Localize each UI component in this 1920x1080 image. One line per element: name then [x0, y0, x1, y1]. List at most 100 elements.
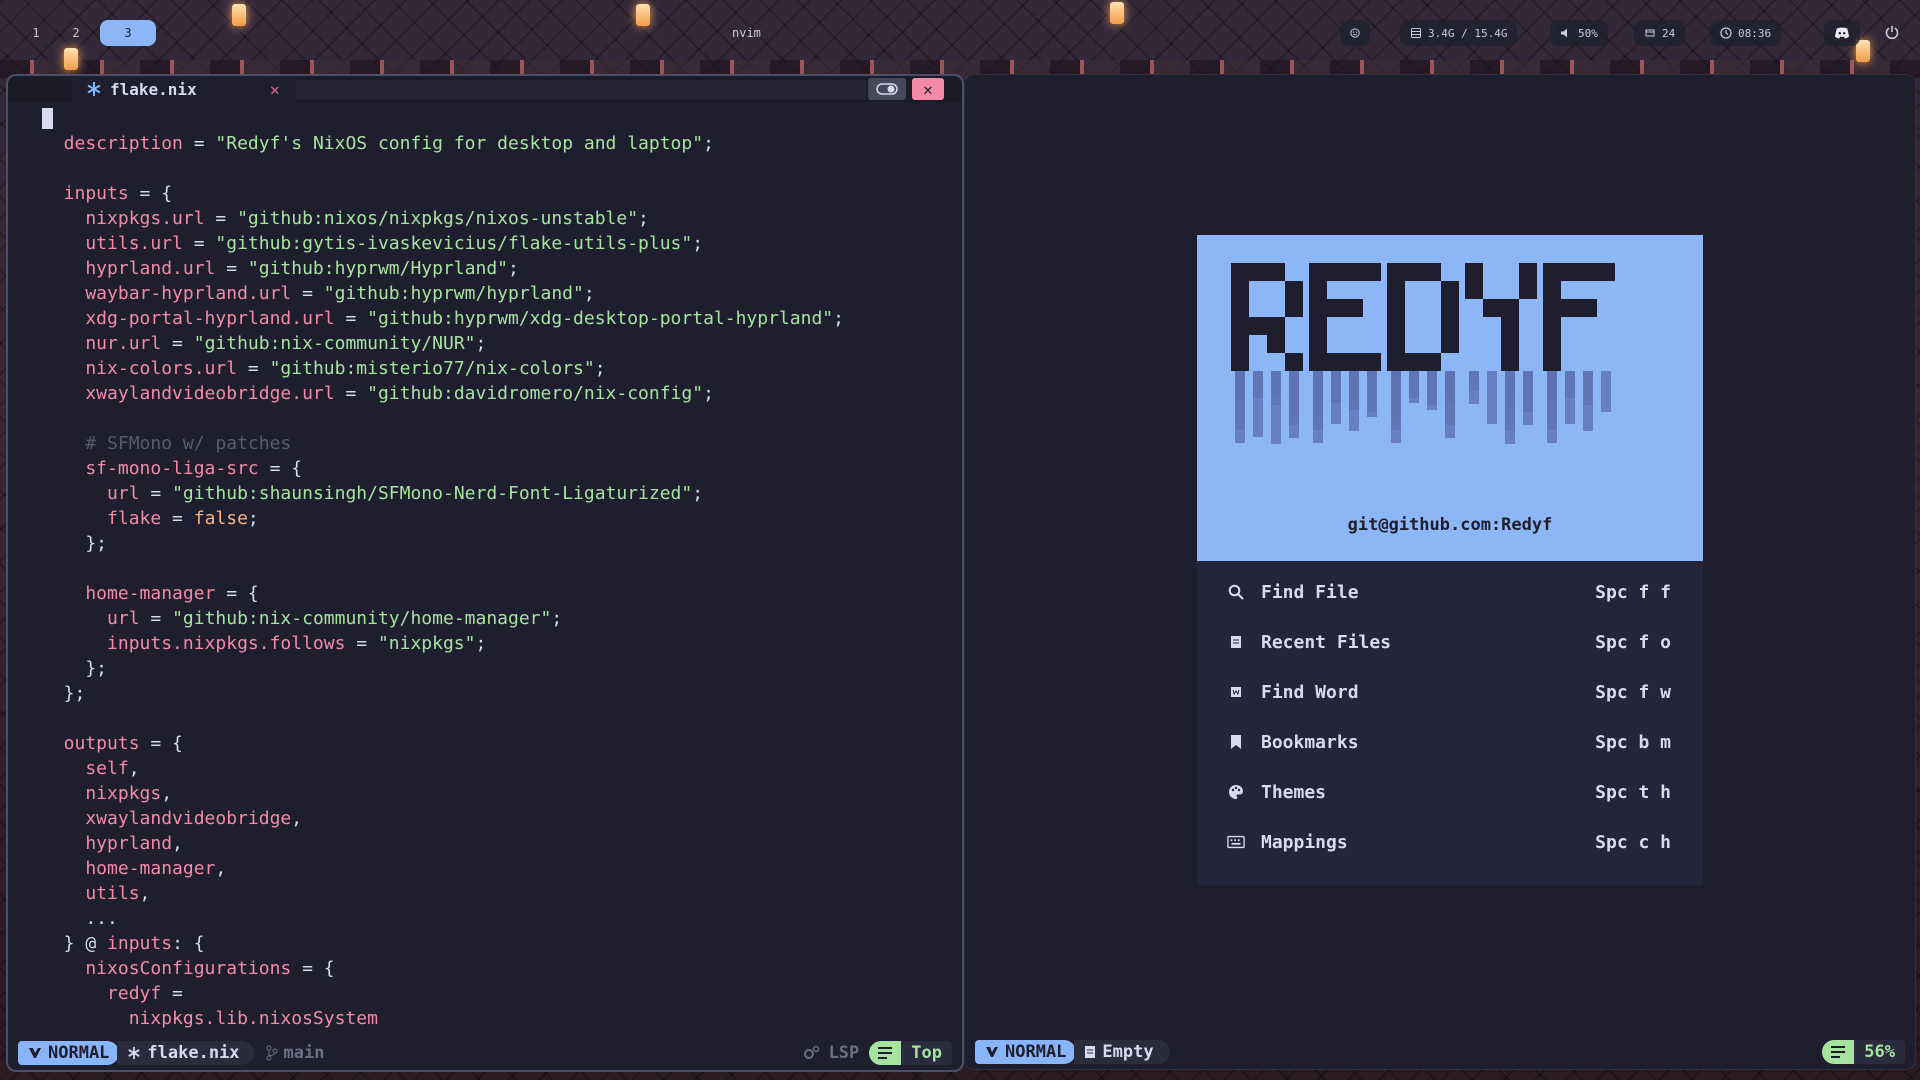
code-line: url = "github:nix-community/home-manager…: [42, 606, 844, 631]
clock-widget[interactable]: 08:36: [1710, 20, 1782, 46]
statusline-filename: flake.nix: [147, 1043, 240, 1063]
discord-tray-button[interactable]: [1824, 20, 1860, 46]
code-token: "github:shaunsingh/SFMono-Nerd-Font-Liga…: [172, 483, 693, 504]
code-token: xwaylandvideobridge: [42, 808, 292, 829]
nix-snowflake-icon: [128, 1046, 141, 1060]
code-token: home-manager: [42, 858, 216, 879]
memory-widget[interactable]: 3.4G / 15.4G: [1400, 20, 1518, 46]
menu-mappings[interactable]: Mappings Spc c h: [1227, 827, 1671, 857]
vim-icon: [986, 1047, 998, 1057]
code-token: hyprland.url: [42, 258, 216, 279]
code-line: } @ inputs: {: [42, 931, 844, 956]
menu-find-file[interactable]: Find File Spc f f: [1227, 577, 1671, 607]
statusline-file: flake.nix: [117, 1041, 254, 1065]
code-token: waybar-hyprland.url: [42, 283, 292, 304]
dashboard-window[interactable]: git@github.com:Redyf Find File Spc f f R…: [964, 74, 1916, 1070]
code-token: "nixpkgs": [377, 633, 476, 654]
code-token: nur.url: [42, 333, 162, 354]
menu-find-word[interactable]: Find Word Spc f w: [1227, 677, 1671, 707]
code-token: "github:hyprwm/hyprland": [323, 283, 584, 304]
workspace-switcher: 1 2 3: [20, 20, 156, 46]
git-url: git@github.com:Redyf: [1347, 515, 1553, 535]
code-editor[interactable]: { description = "Redyf's NixOS config fo…: [42, 106, 844, 1031]
menu-shortcut: Spc f f: [1595, 581, 1671, 603]
workspace-1[interactable]: 1: [20, 20, 52, 46]
menu-bookmarks[interactable]: Bookmarks Spc b m: [1227, 727, 1671, 757]
statusline: NORMAL Empty 56%: [975, 1039, 1905, 1065]
menu-shortcut: Spc b m: [1595, 731, 1671, 753]
code-token: =: [182, 133, 216, 154]
git-branch: main: [266, 1043, 325, 1063]
code-line: # SFMono w/ patches: [42, 431, 844, 456]
search-icon: [1227, 583, 1245, 601]
code-token: };: [42, 658, 108, 679]
tab-label: flake.nix: [110, 79, 197, 99]
code-token: =: [334, 308, 368, 329]
code-line: hyprland,: [42, 831, 844, 856]
power-button[interactable]: [1884, 24, 1900, 43]
workspace-3[interactable]: 3: [100, 20, 156, 46]
lines-icon: [878, 1047, 893, 1059]
discord-icon: [1834, 27, 1850, 39]
position-icon-box: [869, 1041, 902, 1065]
code-token: xdg-portal-hyprland.url: [42, 308, 335, 329]
buffer-tabline: flake.nix ✕ ✕: [8, 76, 962, 102]
menu-shortcut: Spc c h: [1595, 831, 1671, 853]
code-token: =: [204, 208, 238, 229]
code-token: outputs: [42, 733, 140, 754]
menu-label: Bookmarks: [1261, 731, 1359, 753]
menu-label: Recent Files: [1261, 631, 1392, 653]
code-token: ...: [42, 908, 118, 929]
code-token: false: [193, 508, 248, 529]
code-line: redyf =: [42, 981, 844, 1006]
code-token: ;: [833, 308, 844, 329]
code-token: inputs: [42, 183, 129, 204]
code-token: flake: [42, 508, 162, 529]
code-token: inputs.nixpkgs.follows: [42, 633, 346, 654]
tab-flake-nix[interactable]: flake.nix: [72, 76, 296, 102]
code-token: "github:gytis-ivaskevicius/flake-utils-p…: [215, 233, 693, 254]
toggle-icon: [876, 83, 898, 95]
code-token: nixpkgs.url: [42, 208, 205, 229]
git-branch-icon: [266, 1045, 278, 1061]
code-token: sf-mono-liga-src: [42, 458, 259, 479]
keyboard-icon: [1227, 833, 1245, 851]
code-line: };: [42, 531, 844, 556]
code-line: utils,: [42, 881, 844, 906]
code-token: =: [182, 233, 216, 254]
volume-widget[interactable]: 50%: [1550, 20, 1608, 46]
code-token: =: [345, 633, 378, 654]
code-token: ,: [161, 783, 173, 804]
code-token: nixpkgs: [42, 783, 162, 804]
code-token: ,: [172, 833, 183, 854]
position-icon-box: [1822, 1040, 1855, 1064]
menu-label: Find Word: [1261, 681, 1359, 703]
memory-icon: [1411, 28, 1421, 38]
editor-window[interactable]: flake.nix ✕ ✕ { description = "Redyf's N…: [6, 74, 964, 1072]
menu-recent-files[interactable]: Recent Files Spc f o: [1227, 627, 1671, 657]
code-token: ;: [551, 608, 563, 629]
menu-themes[interactable]: Themes Spc t h: [1227, 777, 1671, 807]
code-line: nixpkgs,: [42, 781, 844, 806]
emoji-picker-button[interactable]: [1340, 20, 1370, 46]
workspace-2[interactable]: 2: [60, 20, 92, 46]
code-line: waybar-hyprland.url = "github:hyprwm/hyp…: [42, 281, 844, 306]
updates-widget[interactable]: 24: [1634, 20, 1686, 46]
code-token: ,: [291, 808, 303, 829]
tab-close-button[interactable]: ✕: [270, 80, 280, 99]
close-buffers-button[interactable]: ✕: [912, 78, 944, 100]
code-line: self,: [42, 756, 844, 781]
theme-toggle-button[interactable]: [868, 78, 906, 100]
memory-text: 3.4G / 15.4G: [1428, 26, 1508, 40]
code-line: nixpkgs.url = "github:nixos/nixpkgs/nixo…: [42, 206, 844, 231]
code-line: hyprland.url = "github:hyprwm/Hyprland";: [42, 256, 844, 281]
code-line: xwaylandvideobridge.url = "github:davidr…: [42, 381, 844, 406]
code-token: "github:nix-community/NUR": [193, 333, 476, 354]
code-token: } @: [42, 933, 108, 954]
code-token: };: [42, 683, 86, 704]
code-token: "github:davidromero/nix-config": [367, 383, 704, 404]
statusline-buffer: Empty: [1074, 1040, 1170, 1064]
code-line: url = "github:shaunsingh/SFMono-Nerd-Fon…: [42, 481, 844, 506]
menu-label: Find File: [1261, 581, 1359, 603]
